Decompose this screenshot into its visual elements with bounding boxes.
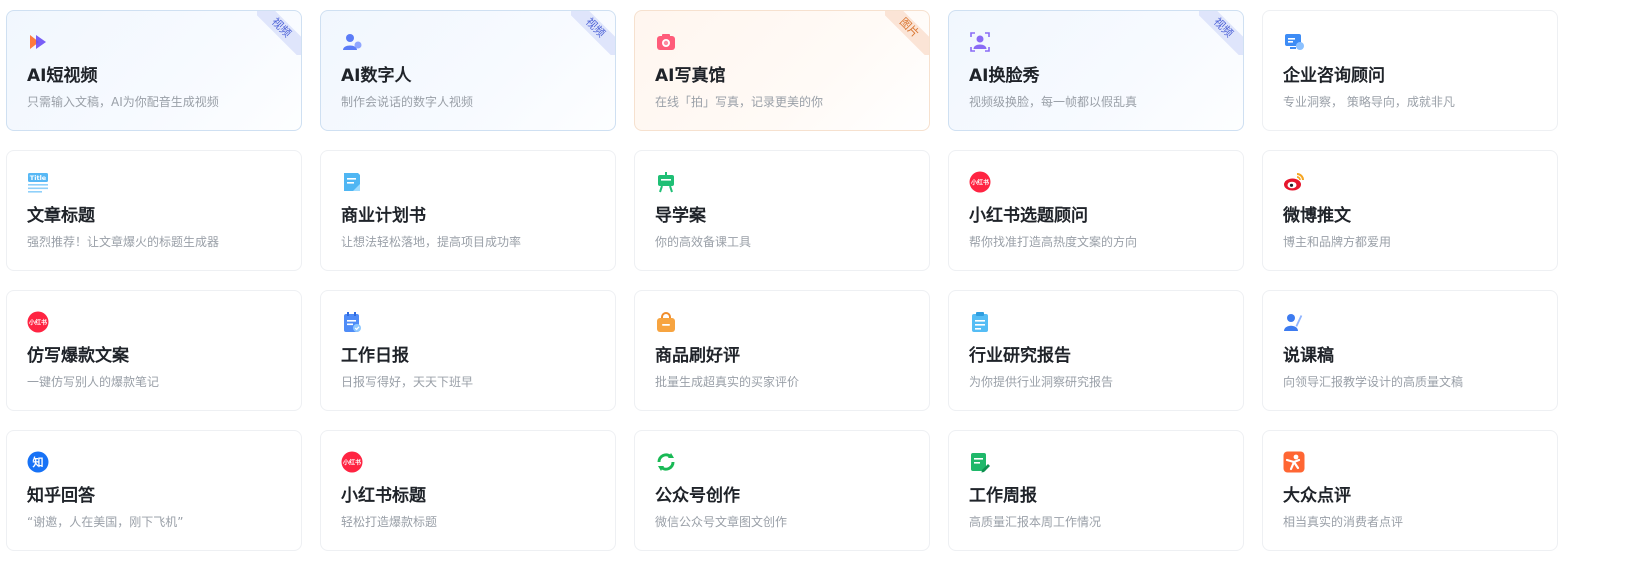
card-title: 大众点评 — [1283, 486, 1351, 506]
consulting-icon — [1283, 31, 1305, 53]
xiaohongshu-icon: 小红书 — [341, 451, 363, 473]
card-title: AI数字人 — [341, 66, 412, 86]
card-desc: 高质量汇报本周工作情况 — [969, 515, 1102, 529]
card-title: 商品刷好评 — [655, 346, 740, 366]
card-weekly-report[interactable]: 工作周报 高质量汇报本周工作情况 — [948, 430, 1244, 551]
card-desc: 让想法轻松落地，提高项目成功率 — [341, 235, 522, 249]
card-title: 工作日报 — [341, 346, 409, 366]
wechat-official-icon — [655, 451, 677, 473]
card-title: 商业计划书 — [341, 206, 426, 226]
camera-icon — [655, 31, 677, 53]
card-desc: 只需输入文稿，AI为你配音生成视频 — [27, 95, 219, 109]
dianping-icon — [1283, 451, 1305, 473]
card-title: 知乎回答 — [27, 486, 95, 506]
card-desc: 轻松打造爆款标题 — [341, 515, 438, 529]
video-badge: 视频 — [1199, 11, 1243, 55]
image-badge: 图片 — [885, 11, 929, 55]
card-title: 仿写爆款文案 — [27, 346, 129, 366]
card-title: 公众号创作 — [655, 486, 740, 506]
card-weibo-post[interactable]: 微博推文 博主和品牌方都爱用 — [1262, 150, 1558, 271]
card-title: 工作周报 — [969, 486, 1037, 506]
card-desc: 你的高效备课工具 — [655, 235, 752, 249]
card-desc: 向领导汇报教学设计的高质量文稿 — [1283, 375, 1464, 389]
svg-text:小红书: 小红书 — [28, 319, 47, 327]
card-business-plan[interactable]: 商业计划书 让想法轻松落地，提高项目成功率 — [320, 150, 616, 271]
card-daily-report[interactable]: 工作日报 日报写得好，天天下班早 — [320, 290, 616, 411]
card-title: 行业研究报告 — [969, 346, 1071, 366]
card-desc: 制作会说话的数字人视频 — [341, 95, 474, 109]
card-title: 小红书选题顾问 — [969, 206, 1088, 226]
video-badge: 视频 — [257, 11, 301, 55]
card-title: 文章标题 — [27, 206, 95, 226]
video-badge: 视频 — [571, 11, 615, 55]
card-desc: 为你提供行业洞察研究报告 — [969, 375, 1114, 389]
card-ai-face-swap[interactable]: AI换脸秀 视频级换脸，每一帧都以假乱真 视频 — [948, 10, 1244, 131]
card-desc: 帮你找准打造高热度文案的方向 — [969, 235, 1138, 249]
card-desc: 微信公众号文章图文创作 — [655, 515, 788, 529]
card-industry-report[interactable]: 行业研究报告 为你提供行业洞察研究报告 — [948, 290, 1244, 411]
xiaohongshu-icon: 小红书 — [27, 311, 49, 333]
weekly-report-icon — [969, 451, 991, 473]
teaching-board-icon — [655, 171, 677, 193]
card-desc: 相当真实的消费者点评 — [1283, 515, 1404, 529]
card-ai-digital-human[interactable]: AI数字人 制作会说话的数字人视频 视频 — [320, 10, 616, 131]
card-ai-photo-studio[interactable]: AI写真馆 在线「拍」写真，记录更美的你 图片 — [634, 10, 930, 131]
card-wechat-article[interactable]: 公众号创作 微信公众号文章图文创作 — [634, 430, 930, 551]
card-desc: 日报写得好，天天下班早 — [341, 375, 474, 389]
daily-report-icon — [341, 311, 363, 333]
zhihu-icon: 知 — [27, 451, 49, 473]
card-xiaohongshu-title[interactable]: 小红书 小红书标题 轻松打造爆款标题 — [320, 430, 616, 551]
card-title: 企业咨询顾问 — [1283, 66, 1385, 86]
card-enterprise-consulting[interactable]: 企业咨询顾问 专业洞察， 策略导向，成就非凡 — [1262, 10, 1558, 131]
card-title: AI换脸秀 — [969, 66, 1040, 86]
research-report-icon — [969, 311, 991, 333]
card-xiaohongshu-topic[interactable]: 小红书 小红书选题顾问 帮你找准打造高热度文案的方向 — [948, 150, 1244, 271]
card-desc: 博主和品牌方都爱用 — [1283, 235, 1392, 249]
svg-text:小红书: 小红书 — [342, 459, 361, 467]
card-title: AI短视频 — [27, 66, 98, 86]
card-title: 微博推文 — [1283, 206, 1351, 226]
card-title: 说课稿 — [1283, 346, 1334, 366]
card-desc: 强烈推荐！让文章爆火的标题生成器 — [27, 235, 220, 249]
card-lecture-draft[interactable]: 说课稿 向领导汇报教学设计的高质量文稿 — [1262, 290, 1558, 411]
card-desc: 批量生成超真实的买家评价 — [655, 375, 800, 389]
lecture-icon — [1283, 311, 1305, 333]
card-product-reviews[interactable]: 商品刷好评 批量生成超真实的买家评价 — [634, 290, 930, 411]
card-desc: 视频级换脸，每一帧都以假乱真 — [969, 95, 1138, 109]
card-desc: 专业洞察， 策略导向，成就非凡 — [1283, 95, 1455, 109]
card-ai-short-video[interactable]: AI短视频 只需输入文稿，AI为你配音生成视频 视频 — [6, 10, 302, 131]
card-study-guide[interactable]: 导学案 你的高效备课工具 — [634, 150, 930, 271]
card-imitate-viral-copy[interactable]: 小红书 仿写爆款文案 一键仿写别人的爆款笔记 — [6, 290, 302, 411]
card-desc: “谢邀，人在美国，刚下飞机” — [27, 515, 184, 529]
card-zhihu-answer[interactable]: 知 知乎回答 “谢邀，人在美国，刚下飞机” — [6, 430, 302, 551]
title-icon: Title — [27, 171, 49, 193]
card-dianping-review[interactable]: 大众点评 相当真实的消费者点评 — [1262, 430, 1558, 551]
card-desc: 一键仿写别人的爆款笔记 — [27, 375, 160, 389]
svg-text:Title: Title — [30, 174, 47, 182]
shopping-bag-icon — [655, 311, 677, 333]
weibo-icon — [1283, 171, 1305, 193]
svg-text:知: 知 — [32, 455, 44, 469]
tool-grid: AI短视频 只需输入文稿，AI为你配音生成视频 视频 AI数字人 制作会说话的数… — [6, 10, 1558, 551]
video-play-icon — [27, 31, 49, 53]
card-title: 导学案 — [655, 206, 706, 226]
card-title: AI写真馆 — [655, 66, 726, 86]
plan-document-icon — [341, 171, 363, 193]
face-swap-icon — [969, 31, 991, 53]
xiaohongshu-icon: 小红书 — [969, 171, 991, 193]
digital-human-icon — [341, 31, 363, 53]
card-desc: 在线「拍」写真，记录更美的你 — [655, 95, 824, 109]
svg-text:小红书: 小红书 — [970, 179, 989, 187]
card-article-title[interactable]: Title 文章标题 强烈推荐！让文章爆火的标题生成器 — [6, 150, 302, 271]
card-title: 小红书标题 — [341, 486, 426, 506]
